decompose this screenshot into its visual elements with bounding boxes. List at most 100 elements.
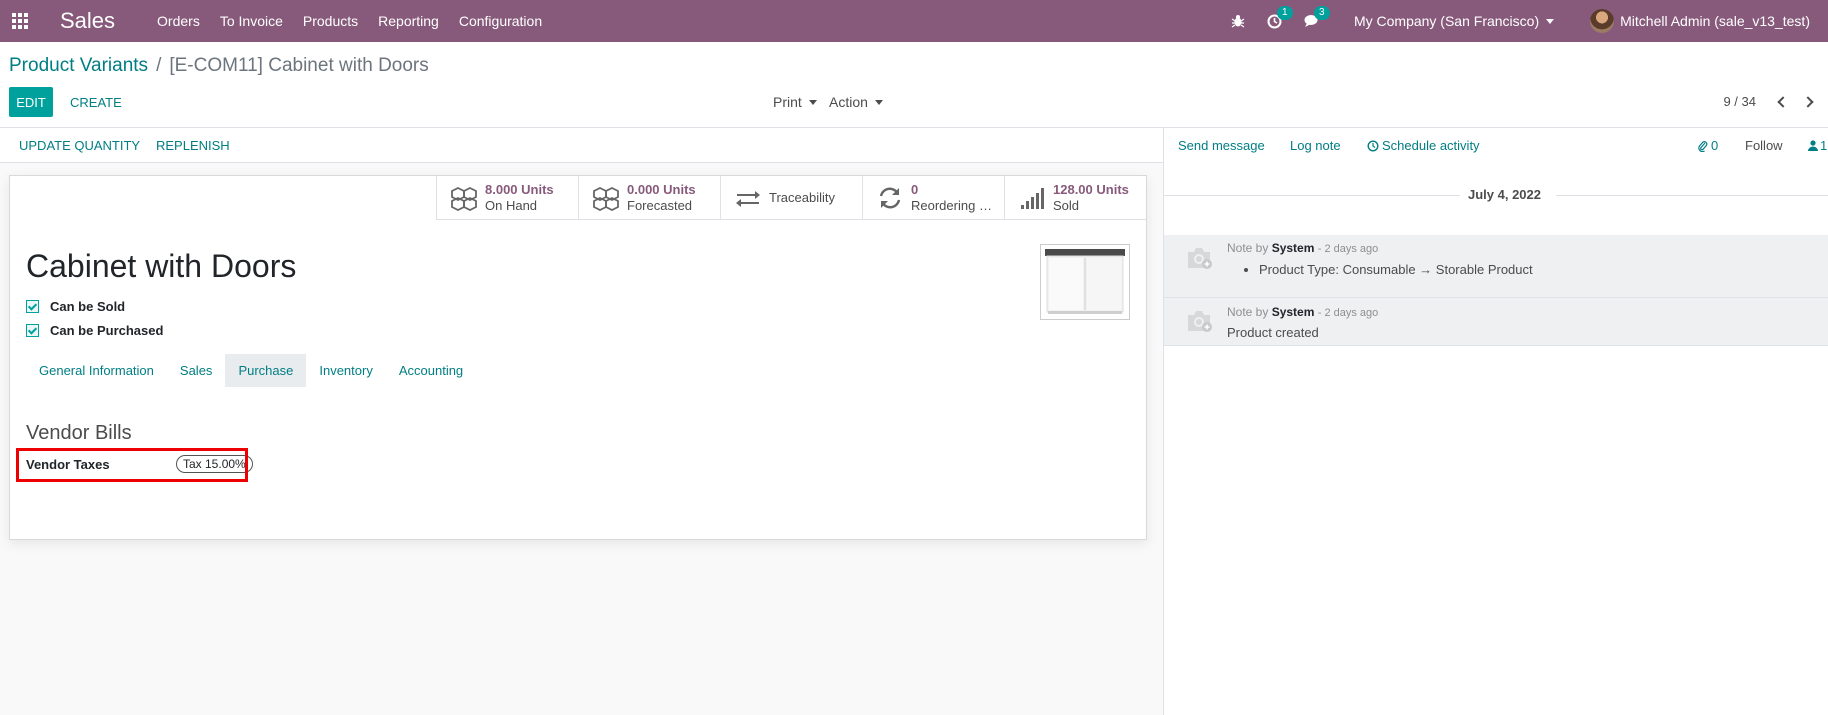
exchange-icon (736, 191, 760, 207)
message-date: - 2 days ago (1317, 307, 1379, 319)
message-author[interactable]: System (1272, 241, 1315, 255)
camera-icon (1188, 248, 1212, 269)
attachments-button[interactable]: 0 (1698, 138, 1718, 153)
schedule-activity-button[interactable]: Schedule activity (1367, 138, 1480, 153)
paperclip-icon (1698, 140, 1708, 152)
replenish-button[interactable]: REPLENISH (156, 138, 230, 153)
user-name: Mitchell Admin (sale_v13_test) (1620, 13, 1810, 29)
chevron-down-icon (1546, 18, 1555, 24)
can-be-purchased-label: Can be Purchased (50, 323, 164, 338)
followers-button[interactable]: 1 (1808, 138, 1827, 153)
forecasted-label: Forecasted (627, 198, 693, 213)
vendor-bills-title: Vendor Bills (26, 422, 132, 444)
schedule-activity-label: Schedule activity (1382, 138, 1480, 153)
message-prefix: Note by (1227, 241, 1269, 255)
attachments-count: 0 (1711, 138, 1719, 153)
on-hand-button[interactable]: 8.000 Units On Hand (436, 176, 578, 220)
pager-next-button[interactable] (1798, 89, 1820, 115)
camera-icon (1188, 311, 1212, 332)
reordering-rules-label: Reordering R... (911, 198, 997, 213)
message-header: Note by System - 2 days ago (1227, 241, 1378, 255)
tab-inventory[interactable]: Inventory (306, 354, 385, 387)
apps-grid-icon[interactable] (2, 0, 38, 42)
menu-products[interactable]: Products (303, 13, 358, 29)
message-count-badge: 3 (1313, 6, 1330, 20)
forecasted-value: 0.000 Units (627, 182, 696, 197)
can-be-purchased-field: Can be Purchased (26, 323, 163, 338)
create-button[interactable]: CREATE (70, 87, 122, 117)
activity-count-badge: 1 (1276, 5, 1293, 20)
user-icon (1808, 140, 1818, 151)
update-quantity-button[interactable]: UPDATE QUANTITY (19, 138, 140, 153)
tab-general-information[interactable]: General Information (26, 354, 167, 387)
tab-sales[interactable]: Sales (167, 354, 226, 387)
pager-value[interactable]: 9 / 34 (1723, 94, 1756, 109)
reordering-rules-button[interactable]: 0 Reordering R... (862, 176, 1004, 220)
top-navbar: Sales Orders To Invoice Products Reporti… (0, 0, 1828, 42)
message-header: Note by System - 2 days ago (1227, 305, 1378, 319)
on-hand-label: On Hand (485, 198, 538, 213)
chatter-panel: Send message Log note Schedule activity … (1163, 128, 1828, 715)
can-be-sold-field: Can be Sold (26, 299, 125, 314)
menu-configuration[interactable]: Configuration (459, 13, 542, 29)
clock-icon (1367, 139, 1379, 152)
message-body: Product created (1227, 325, 1319, 340)
can-be-sold-checkbox[interactable] (26, 300, 39, 313)
action-dropdown[interactable]: Action (829, 87, 883, 117)
edit-button[interactable]: EDIT (9, 87, 53, 117)
tab-accounting[interactable]: Accounting (386, 354, 476, 387)
clock-icon[interactable]: 1 (1267, 5, 1293, 29)
bug-icon[interactable] (1231, 14, 1245, 28)
smart-button-box: 8.000 Units On Hand 0.000 Units Forecasted… (436, 176, 1146, 220)
chevron-right-icon (1801, 96, 1814, 108)
cubes-icon (451, 186, 477, 211)
company-name: My Company (San Francisco) (1353, 13, 1540, 29)
notebook-tabs: General Information Sales Purchase Inven… (26, 354, 476, 387)
date-separator-label: July 4, 2022 (1468, 187, 1541, 202)
message-body: Product Type: Consumable → Storable Prod… (1244, 262, 1533, 277)
menu-reporting[interactable]: Reporting (378, 13, 439, 29)
sold-button[interactable]: 128.00 Units Sold (1004, 176, 1146, 220)
date-separator: July 4, 2022 (1164, 186, 1828, 204)
reordering-rules-value: 0 (911, 182, 919, 197)
highlight-box (16, 448, 248, 482)
menu-to-invoice[interactable]: To Invoice (220, 13, 283, 29)
product-image[interactable] (1040, 244, 1130, 320)
chevron-down-icon (874, 99, 883, 105)
form-statusbar: UPDATE QUANTITY REPLENISH (0, 128, 1163, 163)
avatar (1590, 9, 1615, 33)
sold-value: 128.00 Units (1053, 182, 1129, 197)
signal-icon (1021, 188, 1044, 209)
chat-icon[interactable]: 3 (1304, 6, 1330, 28)
cabinet-image-icon (1045, 249, 1125, 314)
breadcrumb-product-variants[interactable]: Product Variants (9, 55, 148, 77)
print-dropdown[interactable]: Print (773, 87, 817, 117)
followers-count: 1 (1820, 138, 1828, 153)
breadcrumb-current: [E-COM11] Cabinet with Doors (169, 55, 429, 76)
form-sheet: 8.000 Units On Hand 0.000 Units Forecasted… (9, 175, 1147, 540)
chevron-left-icon (1776, 96, 1789, 108)
pager-previous-button[interactable] (1770, 89, 1792, 115)
log-note-button[interactable]: Log note (1290, 138, 1341, 153)
breadcrumb: Product Variants / [E-COM11] Cabinet wit… (9, 55, 429, 77)
product-name[interactable]: Cabinet with Doors (26, 248, 296, 285)
chevron-down-icon (808, 99, 817, 105)
company-switcher[interactable]: My Company (San Francisco) (1353, 13, 1555, 29)
can-be-purchased-checkbox[interactable] (26, 324, 39, 337)
print-label: Print (773, 94, 802, 110)
message-author[interactable]: System (1272, 305, 1315, 319)
forecasted-button[interactable]: 0.000 Units Forecasted (578, 176, 720, 220)
message-date: - 2 days ago (1317, 243, 1379, 255)
send-message-button[interactable]: Send message (1178, 138, 1265, 153)
follow-button[interactable]: Follow (1745, 138, 1783, 153)
on-hand-value: 8.000 Units (485, 182, 554, 197)
refresh-icon (879, 187, 901, 209)
sold-label: Sold (1053, 198, 1080, 213)
user-menu[interactable]: Mitchell Admin (sale_v13_test) (1590, 9, 1810, 33)
chatter-message: Note by System - 2 days ago Product crea… (1164, 298, 1828, 346)
tab-purchase[interactable]: Purchase (225, 354, 307, 387)
app-name[interactable]: Sales (60, 8, 115, 34)
traceability-button[interactable]: Traceability (720, 176, 862, 220)
action-label: Action (829, 94, 868, 110)
menu-orders[interactable]: Orders (157, 13, 200, 29)
